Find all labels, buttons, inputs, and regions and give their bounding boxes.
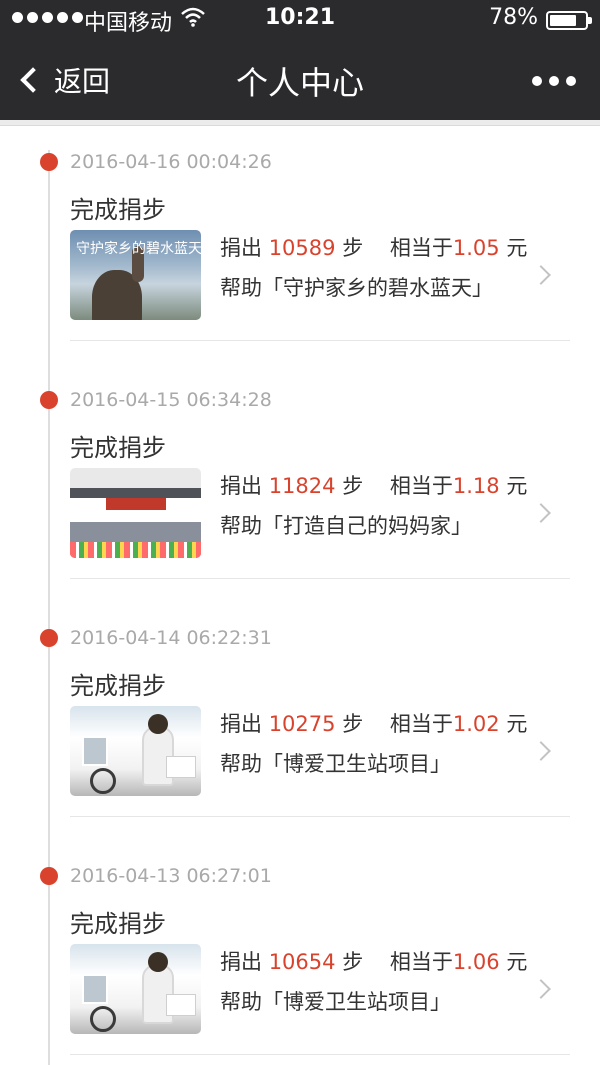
chevron-right-icon	[531, 503, 551, 523]
timeline-dot	[40, 391, 58, 409]
donation-timeline[interactable]: 2016-04-16 00:04:26 完成捐步 守护家乡的碧水蓝天 捐出 10…	[0, 120, 600, 1065]
divider	[70, 578, 570, 579]
donation-summary: 捐出 10589 步 相当于1.05 元	[220, 236, 528, 260]
entry-action: 完成捐步	[70, 196, 166, 224]
more-dots-icon	[532, 76, 542, 86]
chevron-right-icon	[531, 741, 551, 761]
step-count: 11824	[268, 474, 336, 498]
divider	[70, 1054, 570, 1055]
nav-bar: 返回 个人中心	[0, 40, 600, 120]
divider	[70, 816, 570, 817]
more-menu-button[interactable]	[532, 76, 576, 86]
project-thumbnail: 守护家乡的碧水蓝天	[70, 230, 201, 320]
project-line: 帮助「守护家乡的碧水蓝天」	[220, 276, 493, 300]
entry-date: 2016-04-16 00:04:26	[70, 151, 272, 173]
step-count: 10589	[268, 236, 336, 260]
timeline-entry: 2016-04-15 06:34:28 完成捐步 捐出 11824 步 相当于1…	[0, 364, 600, 602]
divider	[70, 340, 570, 341]
timeline-dot	[40, 629, 58, 647]
timeline-dot	[40, 867, 58, 885]
donation-card[interactable]: 捐出 11824 步 相当于1.18 元 帮助「打造自己的妈妈家」	[70, 468, 570, 558]
project-line: 帮助「打造自己的妈妈家」	[220, 514, 472, 538]
entry-action: 完成捐步	[70, 672, 166, 700]
entry-action: 完成捐步	[70, 910, 166, 938]
donation-summary: 捐出 11824 步 相当于1.18 元	[220, 474, 528, 498]
entry-date: 2016-04-15 06:34:28	[70, 389, 272, 411]
project-name: 「打造自己的妈妈家」	[262, 514, 472, 538]
entry-date: 2016-04-13 06:27:01	[70, 865, 272, 887]
thumbnail-caption: 守护家乡的碧水蓝天	[76, 241, 201, 257]
step-count: 10654	[268, 950, 336, 974]
donation-card[interactable]: 守护家乡的碧水蓝天 捐出 10589 步 相当于1.05 元 帮助「守护家乡的碧…	[70, 230, 570, 320]
entry-action: 完成捐步	[70, 434, 166, 462]
amount-value: 1.02	[452, 712, 500, 736]
donation-summary: 捐出 10654 步 相当于1.06 元	[220, 950, 528, 974]
project-name: 「守护家乡的碧水蓝天」	[262, 276, 493, 300]
step-count: 10275	[268, 712, 336, 736]
project-thumbnail	[70, 944, 201, 1034]
chevron-right-icon	[531, 265, 551, 285]
project-thumbnail	[70, 468, 201, 558]
project-name: 「博爱卫生站项目」	[262, 752, 451, 776]
battery-percent: 78%	[489, 5, 538, 30]
donation-card[interactable]: 捐出 10654 步 相当于1.06 元 帮助「博爱卫生站项目」	[70, 944, 570, 1034]
project-name: 「博爱卫生站项目」	[262, 990, 451, 1014]
amount-value: 1.18	[452, 474, 500, 498]
project-thumbnail	[70, 706, 201, 796]
chevron-right-icon	[531, 979, 551, 999]
status-bar: 中国移动 10:21 78%	[0, 0, 600, 40]
project-line: 帮助「博爱卫生站项目」	[220, 752, 451, 776]
page-title: 个人中心	[235, 64, 364, 102]
entry-date: 2016-04-14 06:22:31	[70, 627, 272, 649]
timeline-dot	[40, 153, 58, 171]
project-line: 帮助「博爱卫生站项目」	[220, 990, 451, 1014]
donation-summary: 捐出 10275 步 相当于1.02 元	[220, 712, 528, 736]
timeline-entry: 2016-04-16 00:04:26 完成捐步 守护家乡的碧水蓝天 捐出 10…	[0, 126, 600, 364]
timeline-entry: 2016-04-13 06:27:01 完成捐步 捐出 10654 步 相当于1…	[0, 840, 600, 1065]
amount-value: 1.06	[452, 950, 500, 974]
donation-card[interactable]: 捐出 10275 步 相当于1.02 元 帮助「博爱卫生站项目」	[70, 706, 570, 796]
amount-value: 1.05	[452, 236, 500, 260]
battery-icon	[546, 11, 592, 30]
timeline-entry: 2016-04-14 06:22:31 完成捐步 捐出 10275 步 相当于1…	[0, 602, 600, 840]
